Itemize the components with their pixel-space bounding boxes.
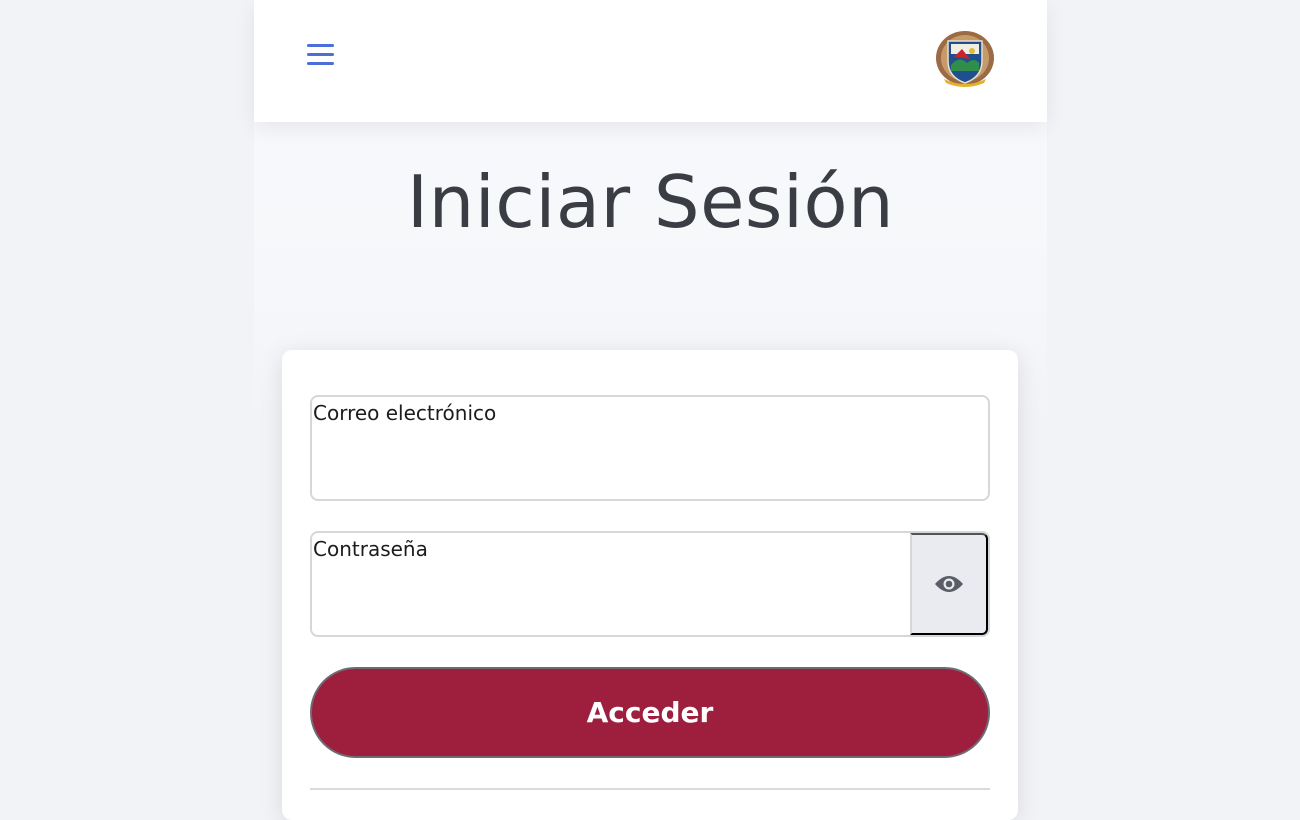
login-card: Correo electrónico Contraseña Acceder [282,350,1018,820]
main-column: Iniciar Sesión Correo electrónico Contra… [254,0,1047,820]
page-title: Iniciar Sesión [406,160,895,244]
divider [310,788,990,790]
top-bar [254,0,1047,122]
eye-icon [935,576,963,592]
municipal-crest-logo[interactable] [934,27,996,89]
password-label: Contraseña [313,537,428,561]
hamburger-menu-icon[interactable] [307,43,334,67]
login-button[interactable]: Acceder [310,667,990,758]
password-field[interactable]: Contraseña [310,531,990,637]
email-field[interactable]: Correo electrónico [310,395,990,501]
email-label: Correo electrónico [313,401,497,425]
email-input[interactable] [312,431,988,499]
password-input[interactable] [312,567,910,635]
show-password-button[interactable] [910,533,988,635]
